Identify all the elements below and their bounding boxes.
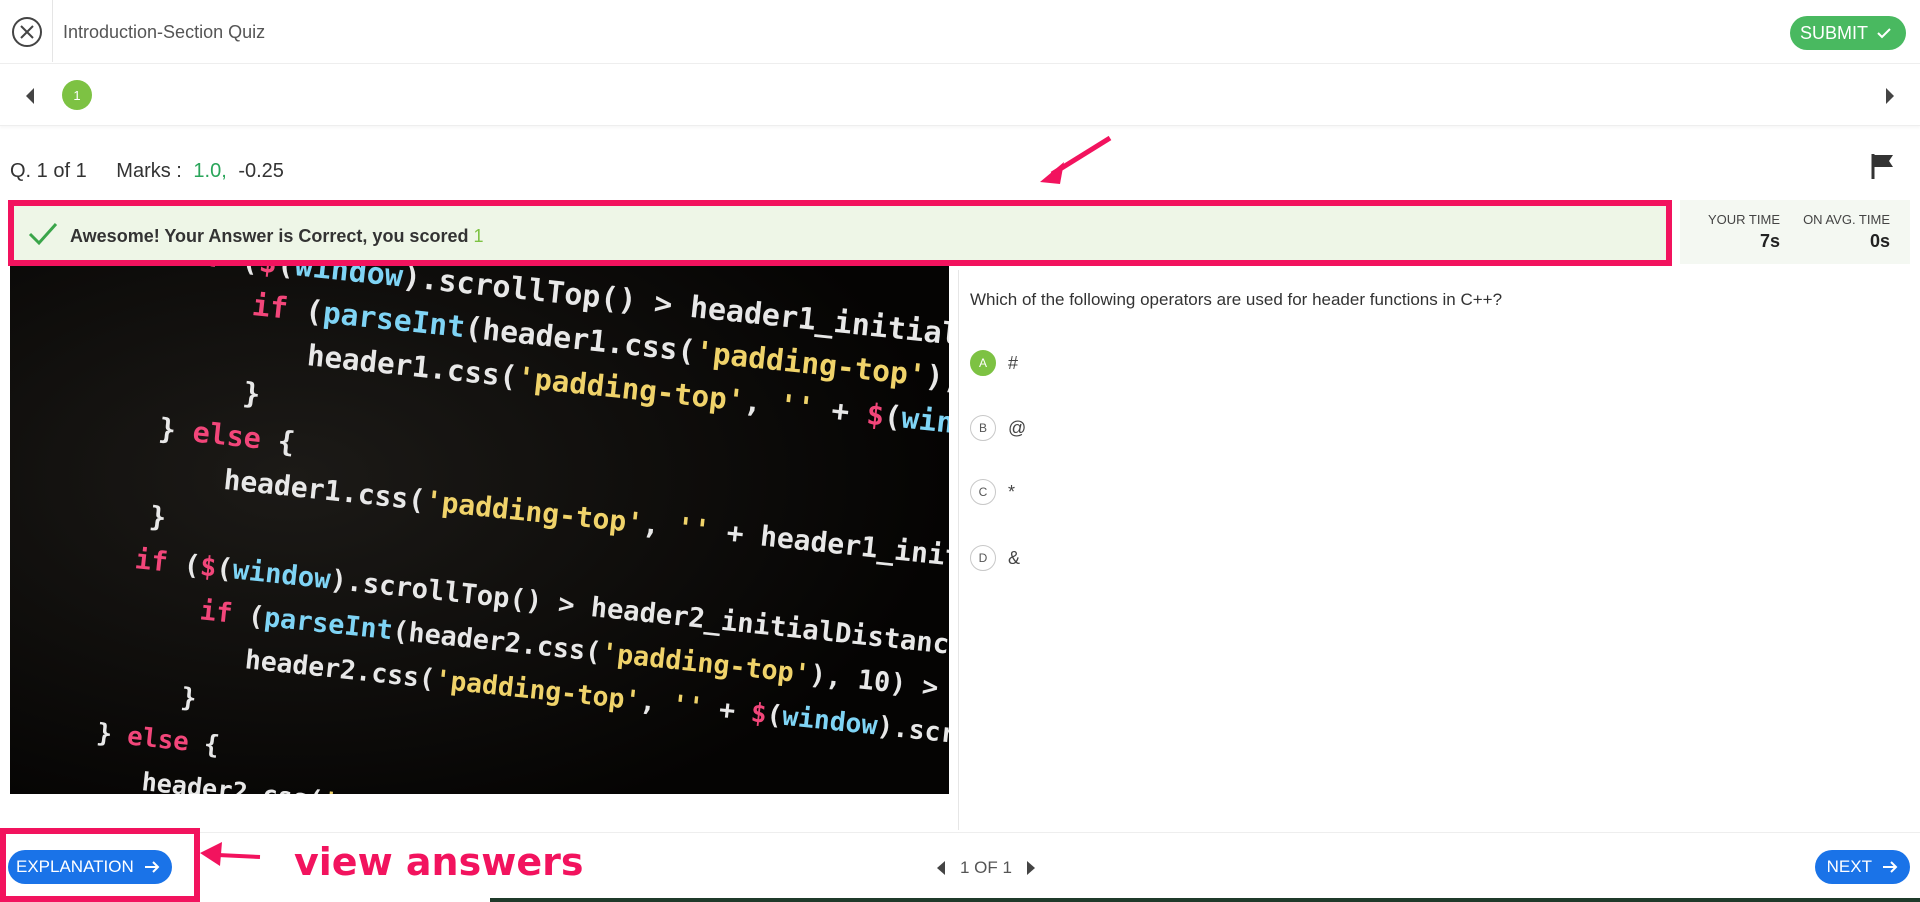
question-pill-1[interactable]: 1 (62, 80, 92, 110)
next-button-label: NEXT (1826, 857, 1872, 876)
submit-button[interactable]: SUBMIT (1789, 16, 1906, 50)
question-counter: Q. 1 of 1 (10, 160, 87, 182)
time-panel: YOUR TIME 7s ON AVG. TIME 0s (1680, 200, 1910, 264)
your-time-label: YOUR TIME (1708, 212, 1780, 227)
option-a-letter: A (970, 350, 996, 376)
header-divider (52, 0, 53, 62)
result-banner: Awesome! Your Answer is Correct, you sco… (8, 200, 1672, 266)
pager-prev-icon[interactable] (936, 860, 946, 876)
positive-marks: 1.0, (193, 160, 227, 182)
pager-next-icon[interactable] (1026, 860, 1036, 876)
option-c-letter: C (970, 479, 996, 505)
option-a[interactable]: A # (970, 348, 1018, 378)
result-message: Awesome! Your Answer is Correct, you sco… (70, 226, 483, 247)
option-d-text: & (1008, 547, 1021, 568)
your-time-value: 7s (1759, 231, 1780, 251)
explanation-button-label: EXPLANATION (16, 857, 134, 876)
annotation-arrow-icon (1040, 135, 1112, 184)
negative-marks: -0.25 (238, 160, 284, 182)
code-illustration: if ($(window).scrollTop() > header1_init… (10, 266, 949, 794)
top-bar: Introduction-Section Quiz SUBMIT (0, 0, 1920, 64)
correct-check-icon (28, 222, 58, 246)
code-line: } (148, 499, 168, 534)
content-divider (958, 270, 959, 830)
bottom-edge (490, 898, 1920, 902)
code-line: } (241, 376, 262, 412)
arrow-right-icon (144, 861, 160, 873)
option-d[interactable]: D & (970, 543, 1020, 573)
option-b[interactable]: B @ (970, 413, 1026, 443)
question-navigator: 1 (0, 66, 1920, 126)
annotation-label: view answers (294, 840, 584, 884)
your-time: YOUR TIME 7s (1708, 212, 1780, 252)
result-message-text: Awesome! Your Answer is Correct, you sco… (70, 226, 469, 246)
quiz-title: Introduction-Section Quiz (63, 22, 266, 42)
avg-time: ON AVG. TIME 0s (1803, 212, 1890, 252)
nav-prev-icon[interactable] (24, 87, 36, 105)
pager-text: 1 OF 1 (960, 858, 1012, 877)
avg-time-value: 0s (1869, 231, 1890, 251)
option-a-text: # (1008, 352, 1019, 373)
arrow-right-icon (1883, 861, 1898, 873)
next-button[interactable]: NEXT (1814, 850, 1910, 884)
explanation-button[interactable]: EXPLANATION (8, 850, 172, 884)
nav-next-icon[interactable] (1884, 87, 1896, 105)
marks-label: Marks : (116, 160, 182, 182)
question-text: Which of the following operators are use… (970, 290, 1503, 309)
close-icon (20, 25, 34, 39)
check-icon (1877, 28, 1891, 39)
submit-button-label: SUBMIT (1799, 22, 1868, 43)
code-screenshot-image: if ($(window).scrollTop() > header1_init… (10, 266, 949, 794)
close-quiz-button[interactable] (12, 17, 42, 47)
question-info: Q. 1 of 1 Marks : 1.0, -0.25 (10, 160, 284, 183)
option-b-text: @ (1008, 417, 1027, 438)
option-b-letter: B (970, 415, 996, 441)
avg-time-label: ON AVG. TIME (1803, 212, 1890, 227)
flag-icon[interactable] (1870, 152, 1896, 180)
option-c[interactable]: C * (970, 477, 1015, 507)
pager: 1 OF 1 (936, 856, 1036, 880)
annotation-arrow-left-icon (200, 842, 261, 866)
option-c-text: * (1008, 481, 1016, 502)
result-score: 1 (473, 226, 484, 246)
option-d-letter: D (970, 545, 996, 571)
code-line: } (179, 683, 198, 714)
